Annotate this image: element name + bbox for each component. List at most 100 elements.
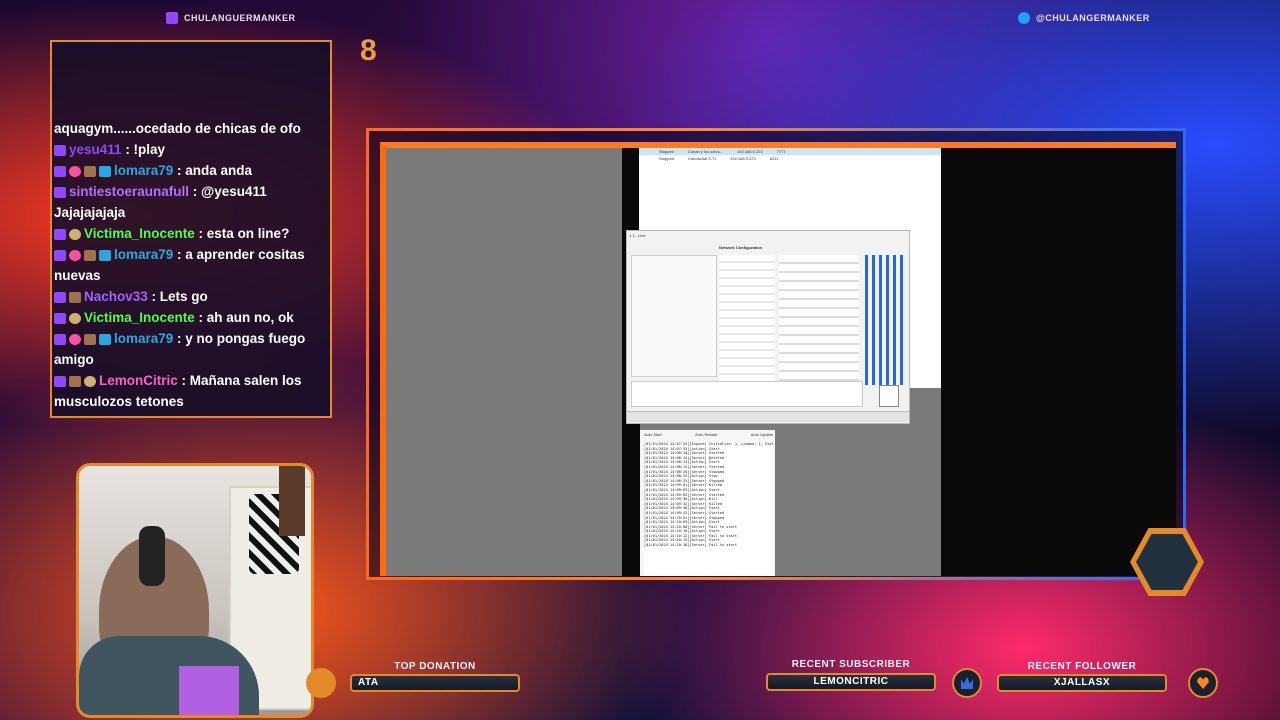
twitter-icon [1018,12,1030,24]
network-fields [719,255,775,395]
chat-message: yesu411 : !play [54,139,328,160]
sub-badge-icon [54,144,66,156]
recent-follower-value: XJALLASX [997,674,1167,692]
sub-badge-icon [54,291,66,303]
server-status: Stopped [659,149,674,154]
heart-badge-icon [69,249,81,261]
skull-badge-icon [69,312,81,324]
log-toggle[interactable]: Auto Start [644,432,662,440]
bit-badge-icon [84,165,96,177]
log-toggle[interactable]: Auto Update [751,432,773,440]
bit-badge-icon [84,333,96,345]
chat-messages: aquagym......ocedado de chicas de ofo yes… [54,118,328,412]
shared-screen: Stopped Conan y los sotos... 192.168.0.223… [380,142,1176,576]
bit-badge-icon [84,249,96,261]
headphones [139,526,165,586]
server-ip: 192.168.0.223 [730,156,756,161]
chat-text: ...ocedado de chicas de ofo [124,121,301,136]
server-port: 7777 [776,149,786,154]
server-name: Conan y los sotos... [687,149,724,154]
skull-badge-icon [69,228,81,240]
sub-badge-icon [54,333,66,345]
crown-badge-icon [99,333,111,345]
server-status: Stopped [659,156,674,161]
log-window: Auto Start Auto Restart Auto Update [01/01… [640,430,775,576]
recent-subscriber-title: RECENT SUBSCRIBER [791,659,911,670]
dark-panel [941,148,1176,576]
chat-text: : !play [121,142,166,157]
chat-username[interactable]: lomara79 [114,163,173,178]
twitch-icon [166,12,178,24]
log-toggles: Auto Start Auto Restart Auto Update [644,432,773,440]
server-port: 8211 [769,156,779,161]
sub-badge-icon [54,312,66,324]
lock-button[interactable] [879,385,899,407]
chat-message: aquagym......ocedado de chicas de ofo [54,118,328,139]
log-line: [01/01/2024 14:07:53][Engine] Initialize… [644,442,773,446]
log-toggle[interactable]: Auto Restart [695,432,717,440]
heart-badge-icon [69,165,81,177]
twitch-handle-label: CHULANGUERMANKER [184,13,296,23]
top-donation-value: ATA [350,674,520,692]
crown-icon [952,668,982,698]
chat-username[interactable]: lomara79 [114,331,173,346]
server-config-dialog: 1.1 - Live Network Configuration [626,230,910,424]
chat-username[interactable]: yesu411 [69,142,122,157]
recent-follower-title: RECENT FOLLOWER [1027,661,1137,672]
bit-badge-icon [69,291,81,303]
crown-badge-icon [99,249,111,261]
top-donation-title: TOP DONATION [394,661,476,672]
sub-badge-icon [54,249,66,261]
chat-message: lomara79 : anda anda [54,160,328,181]
chat-message: lomara79 : a aprender cositas nuevas [54,244,328,286]
chat-message: Nachov33 : Lets go [54,286,328,307]
dialog-left-panel [631,255,717,377]
sub-badge-icon [54,165,66,177]
skull-badge-icon [84,375,96,387]
counter: 8 [360,34,377,67]
chat-message: sintiestoeraunafull : @yesu411 Jajajajaj… [54,181,328,223]
chat-username[interactable]: sintiestoeraunafull [69,184,189,199]
chat-message: LemonCitric : Mañana salen los musculozo… [54,370,328,412]
chat-username[interactable]: Victima_Inocente [84,310,195,325]
sub-badge-icon [54,375,66,387]
server-row[interactable]: Stopped Curiosidad S.T.I 192.168.0.223 8211 [639,155,941,162]
twitter-handle-label: @CHULANGERMANKER [1036,13,1150,23]
dialog-title: 1.1 - Live [629,233,646,238]
twitter-handle: @CHULANGERMANKER [1018,12,1150,24]
chat-text: : Lets go [147,289,208,304]
dialog-status-bar [627,411,909,422]
recent-subscriber-value: LEMONCITRIC [766,673,936,691]
dialog-log-box [631,381,863,407]
bit-badge-icon [69,375,81,387]
chat-text: : ah aun no, ok [194,310,294,325]
chat-message: lomara79 : y no pongas fuego amigo [54,328,328,370]
network-config-label: Network Configuration [719,245,763,250]
sub-badge-icon [54,186,66,198]
twitch-handle: CHULANGUERMANKER [166,12,296,24]
server-name: Curiosidad S.T.I [687,156,717,161]
chat-message: Victima_Inocente : esta on line? [54,223,328,244]
donation-icon [306,668,336,698]
chat-username[interactable]: lomara79 [114,247,173,262]
server-row[interactable]: Stopped Conan y los sotos... 192.168.0.223… [639,148,941,155]
microphone [179,666,239,715]
chat-username[interactable]: Nachov33 [84,289,148,304]
log-lines: [01/01/2024 14:07:53][Engine] Initialize… [644,442,773,576]
cpu-affinity-grid [865,255,903,385]
heart-icon [1188,668,1218,698]
lamp [279,466,305,536]
server-list: Stopped Conan y los sotos... 192.168.0.223… [639,148,941,162]
heart-badge-icon [69,333,81,345]
chat-username[interactable]: aquagym... [54,121,125,136]
crown-badge-icon [99,165,111,177]
webcam [76,463,314,718]
chat-text: : anda anda [173,163,253,178]
sub-badge-icon [54,228,66,240]
server-ip: 192.168.0.223 [737,149,763,154]
chat-panel: aquagym......ocedado de chicas de ofo yes… [50,40,332,418]
chat-username[interactable]: LemonCitric [99,373,178,388]
chat-text: : esta on line? [194,226,290,241]
chat-username[interactable]: Victima_Inocente [84,226,195,241]
chat-message: Victima_Inocente : ah aun no, ok [54,307,328,328]
